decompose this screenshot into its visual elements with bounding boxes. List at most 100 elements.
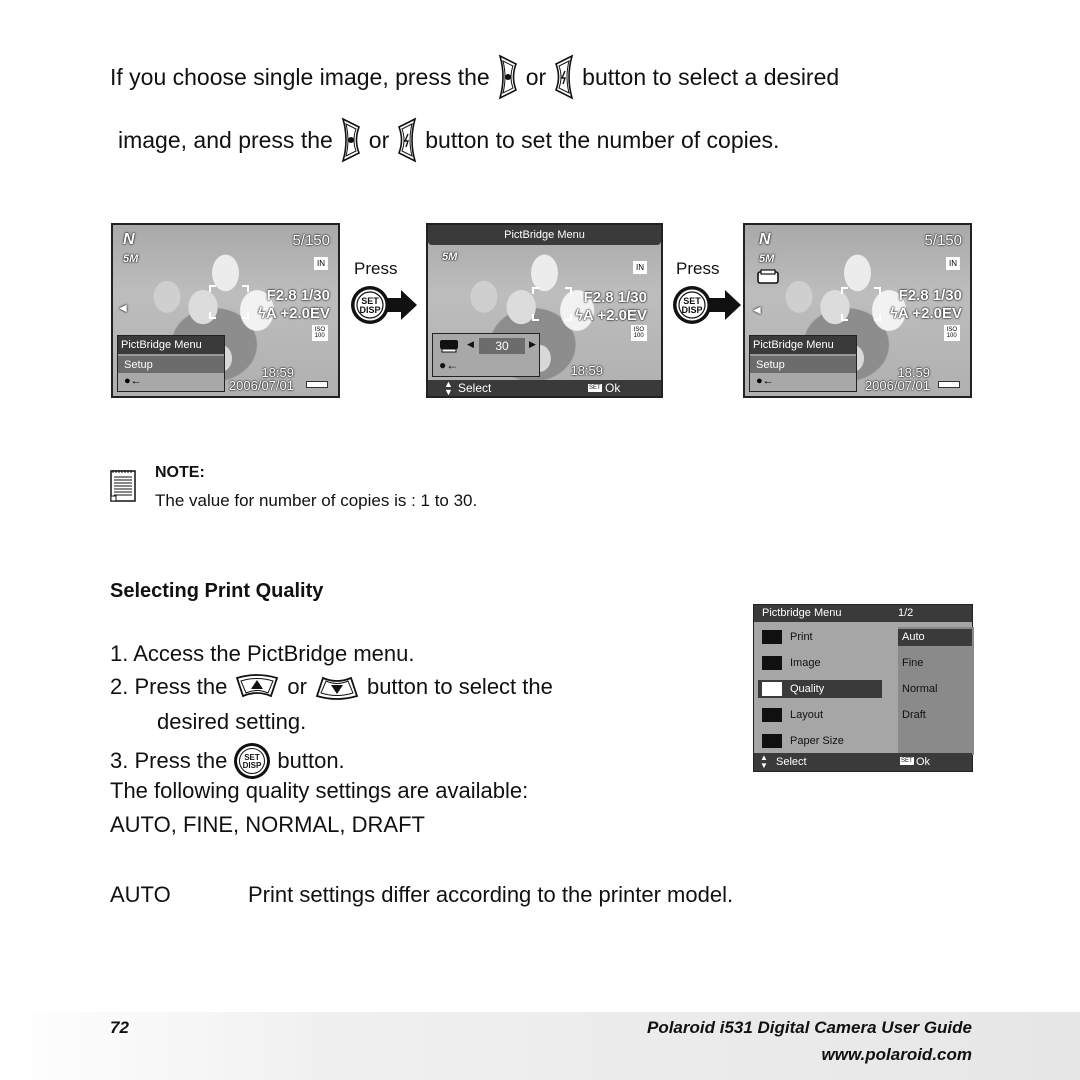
aperture-shutter: F2.8 1/30 xyxy=(266,287,330,304)
focus-frame xyxy=(841,287,881,321)
step-3-text: button. xyxy=(277,748,345,773)
menu-item-quality[interactable]: Quality xyxy=(758,680,882,698)
date: 2006/07/01 xyxy=(864,378,930,393)
intro-text: button to set the number of copies. xyxy=(425,127,780,153)
pictbridge-menu-overlay: PictBridge Menu Setup ●← xyxy=(749,335,857,392)
left-focus-button-icon xyxy=(341,117,360,163)
up-down-arrow-icon: ▲ ▼ xyxy=(760,753,768,770)
print-icon xyxy=(440,340,458,353)
set-disp-button-icon: SET DISP xyxy=(351,286,417,324)
right-flash-button-icon xyxy=(398,117,417,163)
note-text: The value for number of copies is : 1 to… xyxy=(155,491,478,510)
page-number: 72 xyxy=(110,1018,129,1037)
menu-back[interactable]: ●← xyxy=(750,373,856,391)
intro-text: If you choose single image, press the xyxy=(110,64,490,90)
menu-item-paper-size[interactable]: Paper Size xyxy=(758,732,882,750)
internal-memory-icon: IN xyxy=(633,261,647,274)
iso-indicator: ISO 100 xyxy=(311,325,328,341)
flash-ev: ϟA +2.0EV xyxy=(574,307,647,324)
step-1: 1. Access the PictBridge menu. xyxy=(110,641,415,666)
menu-title: PictBridge Menu xyxy=(118,336,224,354)
resolution-indicator: 5M xyxy=(123,253,139,265)
prev-arrow-icon: ◀ xyxy=(119,303,127,314)
intro-line-2: image, and press the or button to set th… xyxy=(118,117,779,163)
option-fine[interactable]: Fine xyxy=(898,655,972,672)
menu-back[interactable]: ●← xyxy=(118,373,224,391)
prev-arrow-icon: ◀ xyxy=(753,305,761,316)
website-url[interactable]: www.polaroid.com xyxy=(822,1045,973,1065)
menu-page: 1/2 xyxy=(898,607,914,619)
set-disp-button-icon: SET DISP xyxy=(234,743,271,779)
step-3: 3. Press the SET DISP button. xyxy=(110,742,345,780)
flash-ev: ϟA +2.0EV xyxy=(257,305,330,322)
aperture-shutter: F2.8 1/30 xyxy=(583,289,647,306)
image-counter: 5/150 xyxy=(924,232,962,249)
menu-item-image[interactable]: Image xyxy=(758,654,882,672)
battery-icon xyxy=(306,381,328,388)
decrease-arrow-icon[interactable]: ◀ xyxy=(467,339,474,350)
menu-footer: ▲ ▼ Select SET Ok xyxy=(754,753,972,771)
menu-item-label: Quality xyxy=(790,683,825,695)
step-3-text: 3. Press the xyxy=(110,748,228,773)
focus-frame xyxy=(532,287,572,321)
image-counter: 5/150 xyxy=(292,232,330,249)
battery-icon xyxy=(938,381,960,388)
intro-text: or xyxy=(525,64,547,90)
menu-item-setup[interactable]: Setup xyxy=(118,354,224,373)
section-heading: Selecting Print Quality xyxy=(110,580,324,602)
iso-indicator: ISO 100 xyxy=(630,325,647,341)
guide-title: Polaroid i531 Digital Camera User Guide xyxy=(646,1018,972,1037)
mode-icon: N xyxy=(123,231,135,248)
menu-item-label: Print xyxy=(790,631,813,643)
camera-screen-3: N 5M 5/150 IN ◀ F2.8 1/30 ϟA +2.0EV ISO 1… xyxy=(743,223,972,398)
step-2-continued: desired setting. xyxy=(157,709,307,734)
menu-item-setup[interactable]: Setup xyxy=(750,354,856,373)
pictbridge-menu-overlay: PictBridge Menu Setup ●← xyxy=(117,335,225,392)
press-label: Press xyxy=(354,259,398,278)
print-icon xyxy=(757,269,779,284)
definition-term: AUTO xyxy=(110,882,171,907)
quality-icon xyxy=(762,682,782,696)
flash-ev: ϟA +2.0EV xyxy=(889,305,962,322)
quality-menu-screen: Pictbridge Menu 1/2 Print Image Quality … xyxy=(753,604,974,772)
ok-hint: Ok xyxy=(605,381,621,395)
set-key-icon: SET xyxy=(588,384,602,392)
option-normal[interactable]: Normal xyxy=(898,681,972,698)
intro-line-1: If you choose single image, press the or… xyxy=(110,54,839,100)
screen-title-bar: PictBridge Menu xyxy=(428,225,661,245)
option-auto[interactable]: Auto xyxy=(898,629,972,646)
resolution-indicator: 5M xyxy=(442,251,458,263)
option-draft[interactable]: Draft xyxy=(898,707,972,724)
menu-title: Pictbridge Menu xyxy=(762,607,842,619)
disp-label: DISP xyxy=(681,305,702,315)
menu-item-label: Layout xyxy=(790,709,824,721)
notepad-icon xyxy=(110,470,136,502)
menu-header: Pictbridge Menu 1/2 xyxy=(754,605,972,622)
step-2-text: button to select the xyxy=(366,674,553,699)
select-hint: Select xyxy=(776,756,807,768)
ok-hint: Ok xyxy=(916,756,931,768)
menu-title: PictBridge Menu xyxy=(750,336,856,354)
paper-size-icon xyxy=(762,734,782,748)
disp-label: DISP xyxy=(359,305,380,315)
definition-desc: Print settings differ according to the p… xyxy=(248,882,734,907)
image-icon xyxy=(762,656,782,670)
intro-text: or xyxy=(368,127,390,153)
press-label: Press xyxy=(676,259,720,278)
layout-icon xyxy=(762,708,782,722)
set-disp-button-icon: SET DISP xyxy=(673,286,741,324)
menu-item-print[interactable]: Print xyxy=(758,628,882,646)
copies-value[interactable]: 30 xyxy=(479,338,525,354)
print-icon xyxy=(762,630,782,644)
right-flash-button-icon xyxy=(555,54,574,100)
options-column: Auto Fine Normal Draft xyxy=(898,627,974,755)
menu-item-layout[interactable]: Layout xyxy=(758,706,882,724)
camera-screen-2: PictBridge Menu 5M IN F2.8 1/30 ϟA +2.0E… xyxy=(426,223,663,398)
up-down-arrow-icon: ▲ ▼ xyxy=(444,379,453,397)
step-2-text: 2. Press the xyxy=(110,674,228,699)
step-2-text: or xyxy=(287,674,307,699)
increase-arrow-icon[interactable]: ▶ xyxy=(529,339,536,350)
menu-back[interactable]: ●← xyxy=(439,358,458,372)
screen-footer-bar: ▲ ▼ Select SET Ok xyxy=(428,380,661,396)
intro-text: button to select a desired xyxy=(582,64,840,90)
